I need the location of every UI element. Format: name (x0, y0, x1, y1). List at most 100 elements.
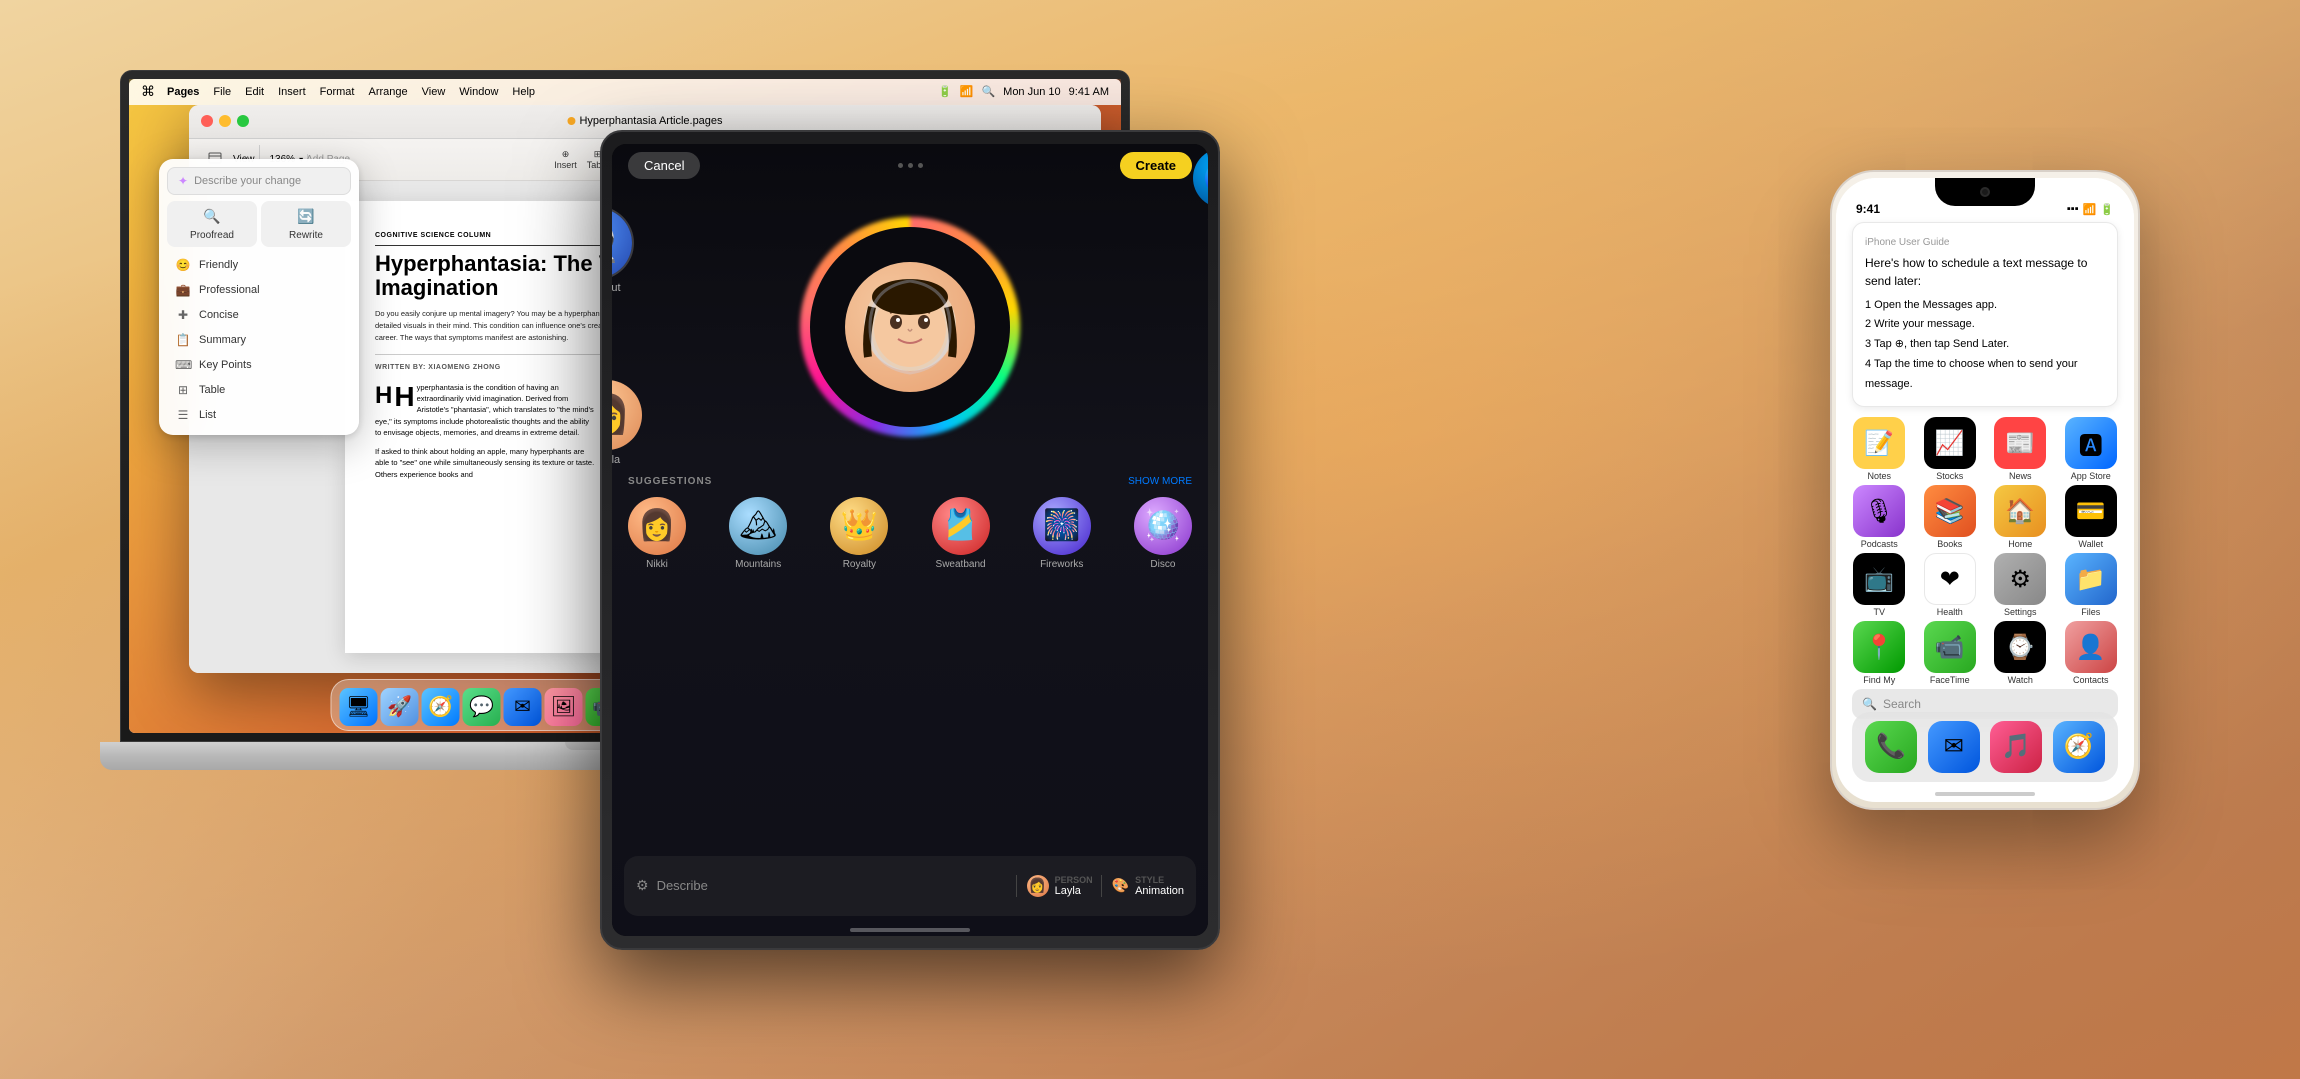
suggestion-fireworks[interactable]: 🎆 Fireworks (1033, 497, 1091, 570)
dock-safari[interactable]: 🧭 (2053, 721, 2105, 773)
app-files[interactable]: 📁 Files (2060, 553, 2123, 617)
dock-mail[interactable]: ✉ (504, 688, 542, 726)
app-news[interactable]: 📰 News (1989, 417, 2052, 481)
app-findmy[interactable]: 📍 Find My (1848, 621, 1911, 685)
layla-emoji[interactable]: 👩 Layla (612, 380, 642, 466)
dock-messages[interactable]: 💬 (463, 688, 501, 726)
menu-view[interactable]: View (422, 86, 446, 98)
option-friendly[interactable]: 😊 Friendly (167, 253, 351, 277)
menubar-items: Pages File Edit Insert Format Arrange Vi… (167, 86, 535, 98)
option-summary[interactable]: 📋 Summary (167, 328, 351, 352)
iphone-dock: 📞 ✉ 🎵 🧭 (1852, 712, 2118, 782)
style-info: STYLE Animation (1135, 875, 1184, 897)
iphone-status-icons: ▪▪▪ 📶 🔋 (2067, 203, 2114, 216)
writing-tools-options: 😊 Friendly 💼 Professional ✚ Concise (167, 253, 351, 427)
suggestion-sweatband[interactable]: 🎽 Sweatband (932, 497, 990, 570)
list-label: List (199, 409, 216, 421)
menubar-time: 9:41 AM (1069, 86, 1109, 98)
suggestion-nikki[interactable]: 👩 Nikki (628, 497, 686, 570)
suggestion-disco-label: Disco (1150, 559, 1175, 570)
app-facetime[interactable]: 📹 FaceTime (1919, 621, 1982, 685)
suggestion-mountains[interactable]: 🏔 Mountains (729, 497, 787, 570)
ipad-dots (898, 163, 923, 168)
suggestion-fireworks-img: 🎆 (1033, 497, 1091, 555)
dock-finder[interactable]: 🖥 (340, 688, 378, 726)
suggestion-nikki-img: 👩 (628, 497, 686, 555)
ipad-dot-2 (908, 163, 913, 168)
minimize-button[interactable] (219, 115, 231, 127)
close-button[interactable] (201, 115, 213, 127)
option-professional[interactable]: 💼 Professional (167, 278, 351, 302)
suggestion-disco-img: 🪩 (1134, 497, 1192, 555)
app-stocks[interactable]: 📈 Stocks (1919, 417, 1982, 481)
menu-window[interactable]: Window (459, 86, 498, 98)
menu-format[interactable]: Format (320, 86, 355, 98)
apple-menu-icon[interactable]: ⌘ (141, 83, 155, 100)
writing-tools-popup: ✦ Describe your change 🔍 Proofread 🔄 Rew… (159, 159, 359, 435)
menu-edit[interactable]: Edit (245, 86, 264, 98)
dock-launchpad[interactable]: 🚀 (381, 688, 419, 726)
keypoints-label: Key Points (199, 359, 252, 371)
describe-change-input[interactable]: ✦ Describe your change (167, 167, 351, 195)
keypoints-icon: ⌨ (175, 358, 191, 372)
astronaut-emoji[interactable]: 🧑‍🚀 Astronaut (612, 208, 632, 294)
genmoji-face[interactable] (845, 262, 975, 392)
suggestion-royalty[interactable]: 👑 Royalty (830, 497, 888, 570)
search-icon: 🔍 (1862, 697, 1877, 711)
proofread-button[interactable]: 🔍 Proofread (167, 201, 257, 247)
app-home[interactable]: 🏠 Home (1989, 485, 2052, 549)
iphone-camera (1980, 187, 1990, 197)
describe-text: Describe (657, 878, 708, 893)
app-wallet[interactable]: 💳 Wallet (2060, 485, 2123, 549)
ipad-emoji-area: 🧑‍🚀 Astronaut 🌍 Space (612, 188, 1208, 466)
describe-placeholder: Describe your change (194, 175, 301, 187)
ipad-style-tag[interactable]: 🎨 STYLE Animation (1101, 875, 1184, 897)
maximize-button[interactable] (237, 115, 249, 127)
ipad-describe-input[interactable]: Describe (657, 878, 1008, 893)
writing-tools-main-buttons: 🔍 Proofread 🔄 Rewrite (167, 201, 351, 247)
iphone-notch (1935, 178, 2035, 206)
ipad-content: Cancel Create 🧑‍🚀 Astronaut (612, 144, 1208, 936)
ipad-create-button[interactable]: Create (1120, 152, 1192, 179)
dock-music[interactable]: 🎵 (1990, 721, 2042, 773)
app-health[interactable]: ❤ Health (1919, 553, 1982, 617)
show-more-button[interactable]: SHOW MORE (1128, 476, 1192, 487)
toolbar-insert[interactable]: ⊕Insert (552, 145, 580, 173)
dock-mail[interactable]: ✉ (1928, 721, 1980, 773)
rewrite-button[interactable]: 🔄 Rewrite (261, 201, 351, 247)
menu-arrange[interactable]: Arrange (368, 86, 407, 98)
space-emoji[interactable]: 🌍 Space (1193, 148, 1208, 224)
app-podcasts[interactable]: 🎙 Podcasts (1848, 485, 1911, 549)
suggestion-mountains-label: Mountains (735, 559, 781, 570)
astronaut-image: 🧑‍🚀 (612, 208, 632, 278)
option-table[interactable]: ⊞ Table (167, 378, 351, 402)
ipad-spacer (612, 570, 1208, 848)
app-books[interactable]: 📚 Books (1919, 485, 1982, 549)
menu-pages[interactable]: Pages (167, 86, 199, 98)
app-tv[interactable]: 📺 TV (1848, 553, 1911, 617)
app-notes[interactable]: 📝 Notes (1848, 417, 1911, 481)
ipad-person-tag[interactable]: 👩 PERSON Layla (1016, 875, 1093, 897)
iphone-app-grid: 📝 Notes 📈 Stocks 📰 News 🅰 (1836, 417, 2134, 685)
app-settings[interactable]: ⚙ Settings (1989, 553, 2052, 617)
dock-phone[interactable]: 📞 (1865, 721, 1917, 773)
app-watch[interactable]: ⌚ Watch (1989, 621, 2052, 685)
battery-icon: 🔋 (2100, 203, 2114, 216)
menu-insert[interactable]: Insert (278, 86, 306, 98)
suggestion-disco[interactable]: 🪩 Disco (1134, 497, 1192, 570)
option-list[interactable]: ☰ List (167, 403, 351, 427)
dock-safari[interactable]: 🧭 (422, 688, 460, 726)
ipad-cancel-button[interactable]: Cancel (628, 152, 700, 179)
person-name-label: Layla (1055, 885, 1093, 897)
app-row-4: 📍 Find My 📹 FaceTime ⌚ Watch 👤 (1848, 621, 2122, 685)
menu-file[interactable]: File (213, 86, 231, 98)
menu-help[interactable]: Help (512, 86, 535, 98)
app-contacts[interactable]: 👤 Contacts (2060, 621, 2123, 685)
search-icon[interactable]: 🔍 (981, 85, 995, 98)
dock-photos[interactable]: 🖼 (545, 688, 583, 726)
option-concise[interactable]: ✚ Concise (167, 303, 351, 327)
app-appstore[interactable]: 🅰 App Store (2060, 417, 2123, 481)
imessage-bubble: iPhone User Guide Here's how to schedule… (1852, 222, 2118, 408)
option-keypoints[interactable]: ⌨ Key Points (167, 353, 351, 377)
message-step2: 2 Write your message. (1865, 315, 2105, 335)
